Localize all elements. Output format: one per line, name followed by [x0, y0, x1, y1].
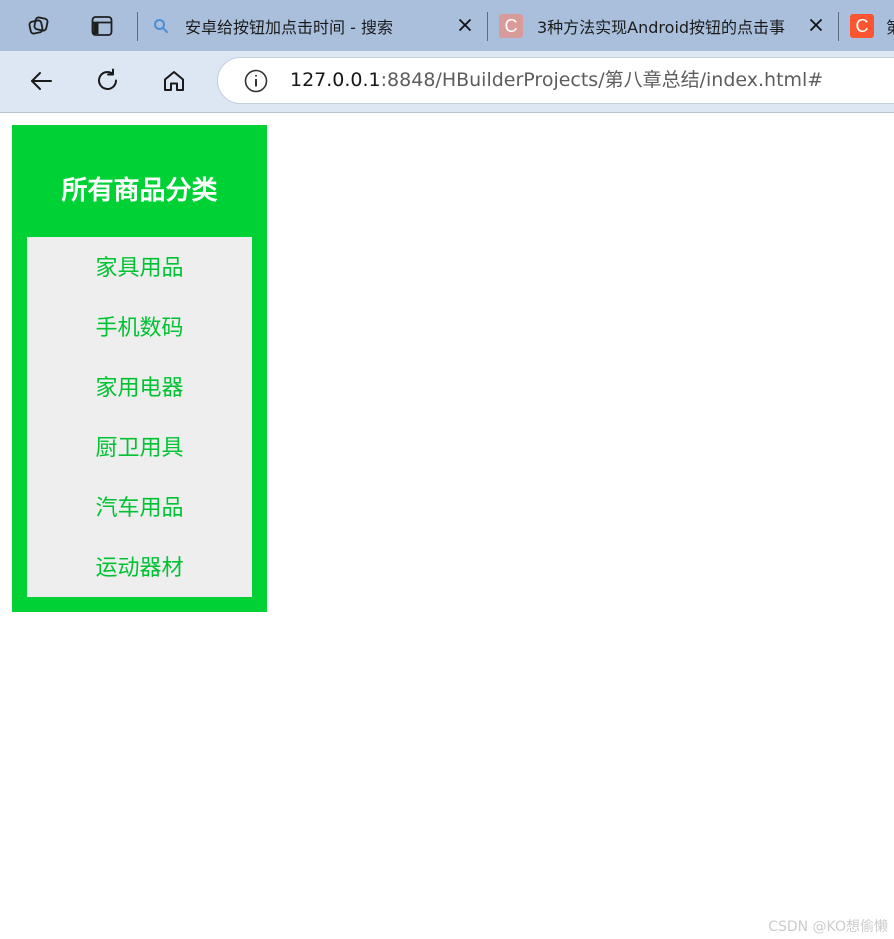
- url-host: 127.0.0.1: [290, 69, 381, 91]
- category-list: 家具用品 手机数码 家用电器 厨卫用具 汽车用品 运动器材: [27, 237, 252, 597]
- category-item-kitchen-bath[interactable]: 厨卫用具: [27, 417, 252, 477]
- tab-search[interactable]: 安卓给按钮加点击时间 - 搜索: [149, 0, 481, 51]
- csdn-watermark: CSDN @KO想偷懒: [768, 919, 888, 935]
- tab-title: 安卓给按钮加点击时间 - 搜索: [185, 17, 393, 37]
- tab-separator: [838, 12, 839, 41]
- csdn-c-icon: C: [850, 13, 874, 38]
- menu-title: 所有商品分类: [61, 176, 218, 206]
- tab-separator: [137, 12, 138, 41]
- tab-title: 第: [886, 14, 894, 38]
- category-item-phones-digital[interactable]: 手机数码: [27, 297, 252, 357]
- workspaces-icon[interactable]: [22, 9, 56, 43]
- refresh-icon[interactable]: [91, 64, 125, 98]
- tab-csdn-next[interactable]: C 第: [850, 0, 894, 51]
- tab-title: 3种方法实现Android按钮的点击事: [537, 17, 786, 37]
- svg-text:C: C: [856, 16, 869, 36]
- svg-text:C: C: [505, 16, 518, 36]
- tab-csdn-article[interactable]: C 3种方法实现Android按钮的点击事: [499, 0, 799, 51]
- tab-actions-icon[interactable]: [85, 9, 119, 43]
- category-item-auto-supplies[interactable]: 汽车用品: [27, 477, 252, 537]
- close-tab-icon[interactable]: [805, 14, 827, 36]
- close-tab-icon[interactable]: [454, 14, 476, 36]
- tab-separator: [487, 12, 488, 41]
- browser-toolbar: 127.0.0.1:8848/HBuilderProjects/第八章总结/in…: [0, 51, 894, 113]
- url-text[interactable]: 127.0.0.1:8848/HBuilderProjects/第八章总结/in…: [290, 58, 823, 103]
- category-item-furniture[interactable]: 家具用品: [27, 237, 252, 297]
- category-item-home-appliances[interactable]: 家用电器: [27, 357, 252, 417]
- address-bar[interactable]: 127.0.0.1:8848/HBuilderProjects/第八章总结/in…: [217, 57, 894, 104]
- back-arrow-icon[interactable]: [24, 64, 58, 98]
- csdn-c-icon: C: [499, 13, 523, 38]
- search-icon: [149, 14, 173, 38]
- category-menu: 所有商品分类 家具用品 手机数码 家用电器 厨卫用具 汽车用品 运动器材: [12, 125, 267, 612]
- browser-tab-strip: 安卓给按钮加点击时间 - 搜索 C 3种方法实现Android按钮的点击事 C …: [0, 0, 894, 51]
- home-icon[interactable]: [157, 64, 191, 98]
- category-item-sports-equipment[interactable]: 运动器材: [27, 537, 252, 597]
- url-path: :8848/HBuilderProjects/第八章总结/index.html#: [380, 69, 824, 91]
- site-info-icon[interactable]: [243, 68, 269, 94]
